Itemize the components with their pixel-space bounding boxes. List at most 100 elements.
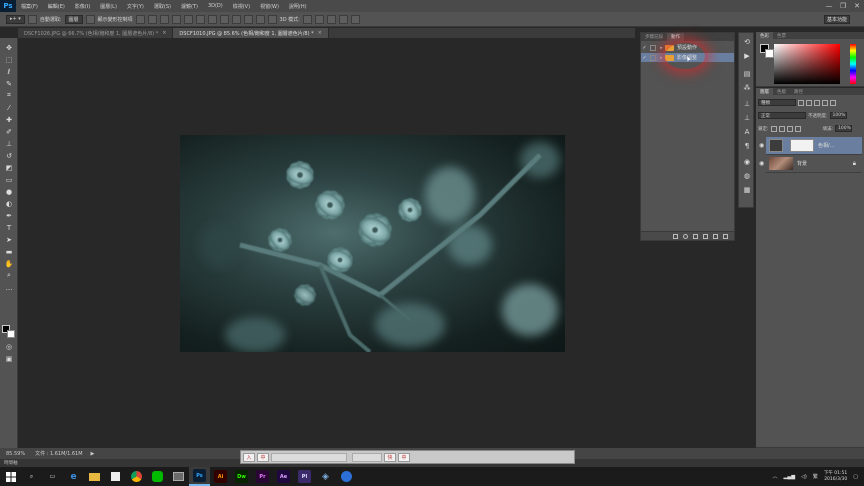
- menu-type[interactable]: 文字(Y): [122, 3, 149, 10]
- ime-lang-chinese[interactable]: 中: [257, 452, 269, 462]
- tab-color[interactable]: 色彩: [756, 32, 773, 39]
- align-top-icon[interactable]: [135, 14, 145, 24]
- volume-icon[interactable]: ◁): [801, 474, 807, 480]
- restore-button[interactable]: ❐: [836, 0, 850, 12]
- 3d-slide-icon[interactable]: [338, 14, 348, 24]
- lock-position-icon[interactable]: [786, 125, 793, 132]
- close-icon[interactable]: ×: [318, 30, 322, 36]
- menu-window[interactable]: 視窗(W): [255, 3, 284, 10]
- menu-view[interactable]: 檢視(V): [228, 3, 255, 10]
- menu-layer[interactable]: 圖層(L): [95, 3, 122, 10]
- taskbar-premiere[interactable]: Pr: [252, 467, 273, 486]
- tab-paths[interactable]: 路徑: [790, 88, 807, 95]
- close-icon[interactable]: ×: [162, 30, 166, 36]
- notifications-icon[interactable]: ▢: [853, 474, 858, 480]
- chrome-icon[interactable]: [126, 467, 147, 486]
- tab-layers[interactable]: 圖層: [756, 88, 773, 95]
- lock-paint-icon[interactable]: [778, 125, 785, 132]
- more-tools-icon[interactable]: …: [3, 282, 15, 293]
- fill-input[interactable]: 100%: [835, 125, 853, 132]
- tab-dscf1026[interactable]: DSCF1026.JPG @ 66.7% (色相/飽和度 1, 圖層遮色片/8)…: [18, 28, 174, 38]
- 3d-rotate-icon[interactable]: [302, 14, 312, 24]
- clone-stamp-tool-icon[interactable]: ⊥: [3, 138, 15, 149]
- ime-quick-mode[interactable]: 快: [384, 452, 396, 462]
- search-icon[interactable]: ⌕: [21, 467, 42, 486]
- filter-shape-icon[interactable]: [822, 99, 828, 106]
- taskbar-prelude[interactable]: Pl: [294, 467, 315, 486]
- hand-tool-icon[interactable]: ✋: [3, 258, 15, 269]
- tab-channels[interactable]: 色版: [773, 88, 790, 95]
- actions-icon[interactable]: ▶: [742, 51, 752, 60]
- toggle-check-icon[interactable]: ✓: [641, 55, 648, 61]
- paragraph-icon[interactable]: ¶: [742, 141, 752, 150]
- auto-select-checkbox[interactable]: [27, 14, 37, 24]
- path-select-tool-icon[interactable]: ➤: [3, 234, 15, 245]
- align-hcenter-icon[interactable]: [183, 14, 193, 24]
- tool-preset-picker[interactable]: ▸+ ▾: [6, 14, 25, 24]
- clone-source-icon[interactable]: ⊥: [742, 99, 752, 108]
- 3d-roll-icon[interactable]: [314, 14, 324, 24]
- shape-tool-icon[interactable]: ▬: [3, 246, 15, 257]
- store-icon[interactable]: [105, 467, 126, 486]
- network-icon[interactable]: ▂▄▆: [784, 474, 796, 480]
- menu-filter[interactable]: 濾鏡(T): [176, 3, 203, 10]
- tab-history[interactable]: 步驟記錄: [641, 33, 667, 41]
- history-icon[interactable]: ⟲: [742, 37, 752, 46]
- record-icon[interactable]: [683, 233, 688, 239]
- 3d-pan-icon[interactable]: [326, 14, 336, 24]
- opacity-input[interactable]: 100%: [829, 112, 847, 119]
- layer-comps-icon[interactable]: ◉: [742, 157, 752, 166]
- distribute-left-icon[interactable]: [243, 14, 253, 24]
- close-button[interactable]: ✕: [850, 0, 864, 12]
- play-icon[interactable]: [693, 233, 698, 239]
- brush-presets-icon[interactable]: ⁂: [742, 83, 752, 92]
- menu-image[interactable]: 影像(I): [70, 3, 95, 10]
- layer-mask-thumbnail[interactable]: [790, 139, 814, 152]
- start-button[interactable]: [0, 467, 21, 486]
- distribute-top-icon[interactable]: [207, 14, 217, 24]
- toggle-check-icon[interactable]: ✓: [641, 45, 648, 51]
- tab-dscf1010[interactable]: DSCF1010.JPG @ 85.6% (色相/飽和度 1, 圖層遮色片/8)…: [173, 28, 329, 38]
- distribute-bottom-icon[interactable]: [231, 14, 241, 24]
- quick-select-tool-icon[interactable]: ✎: [3, 78, 15, 89]
- eyedropper-tool-icon[interactable]: ⁄: [3, 102, 15, 113]
- timeline-label[interactable]: 時間軸: [4, 460, 18, 466]
- filter-smart-icon[interactable]: [830, 99, 836, 106]
- taskbar-dreamweaver[interactable]: Dw: [231, 467, 252, 486]
- align-vcenter-icon[interactable]: [147, 14, 157, 24]
- pen-tool-icon[interactable]: ✒: [3, 210, 15, 221]
- ime-input-mode[interactable]: 入: [243, 452, 255, 462]
- layer-background[interactable]: ◉ 背景 🔒︎: [759, 155, 862, 173]
- line-app-icon[interactable]: [147, 467, 168, 486]
- color-picker-field[interactable]: [774, 44, 840, 84]
- crop-tool-icon[interactable]: ⌗: [3, 90, 15, 101]
- background-color-swatch[interactable]: [7, 330, 15, 338]
- hue-slider[interactable]: [850, 44, 856, 84]
- trash-icon[interactable]: [723, 233, 728, 239]
- move-tool-icon[interactable]: ✥: [3, 42, 15, 53]
- task-view-icon[interactable]: ▭: [42, 467, 63, 486]
- zoom-level[interactable]: 85.59%: [0, 451, 31, 457]
- status-menu-arrow-icon[interactable]: ▶: [87, 451, 99, 457]
- minimize-button[interactable]: —: [822, 0, 836, 12]
- expand-triangle-icon[interactable]: ▸: [658, 45, 665, 51]
- history-brush-tool-icon[interactable]: ↺: [3, 150, 15, 161]
- clock[interactable]: 下午 01:51 2016/3/30: [824, 471, 847, 483]
- healing-brush-tool-icon[interactable]: ✚: [3, 114, 15, 125]
- zoom-tool-icon[interactable]: ⌕: [3, 270, 15, 281]
- lasso-tool-icon[interactable]: ℓ: [3, 66, 15, 77]
- filter-type-icon[interactable]: [814, 99, 820, 106]
- adjustments-icon[interactable]: ◍: [742, 171, 752, 180]
- input-language[interactable]: 繁: [813, 473, 818, 480]
- tray-chevron-icon[interactable]: ︿: [772, 473, 777, 480]
- auto-select-dropdown[interactable]: 圖層: [64, 14, 83, 24]
- stop-icon[interactable]: [673, 233, 678, 239]
- distribute-right-icon[interactable]: [267, 14, 277, 24]
- align-right-icon[interactable]: [195, 14, 205, 24]
- gradient-tool-icon[interactable]: ▭: [3, 174, 15, 185]
- menu-edit[interactable]: 編輯(E): [43, 3, 70, 10]
- properties-icon[interactable]: ▦: [742, 185, 752, 194]
- filter-adjust-icon[interactable]: [806, 99, 812, 106]
- taskbar-after-effects[interactable]: Ae: [273, 467, 294, 486]
- distribute-vcenter-icon[interactable]: [219, 14, 229, 24]
